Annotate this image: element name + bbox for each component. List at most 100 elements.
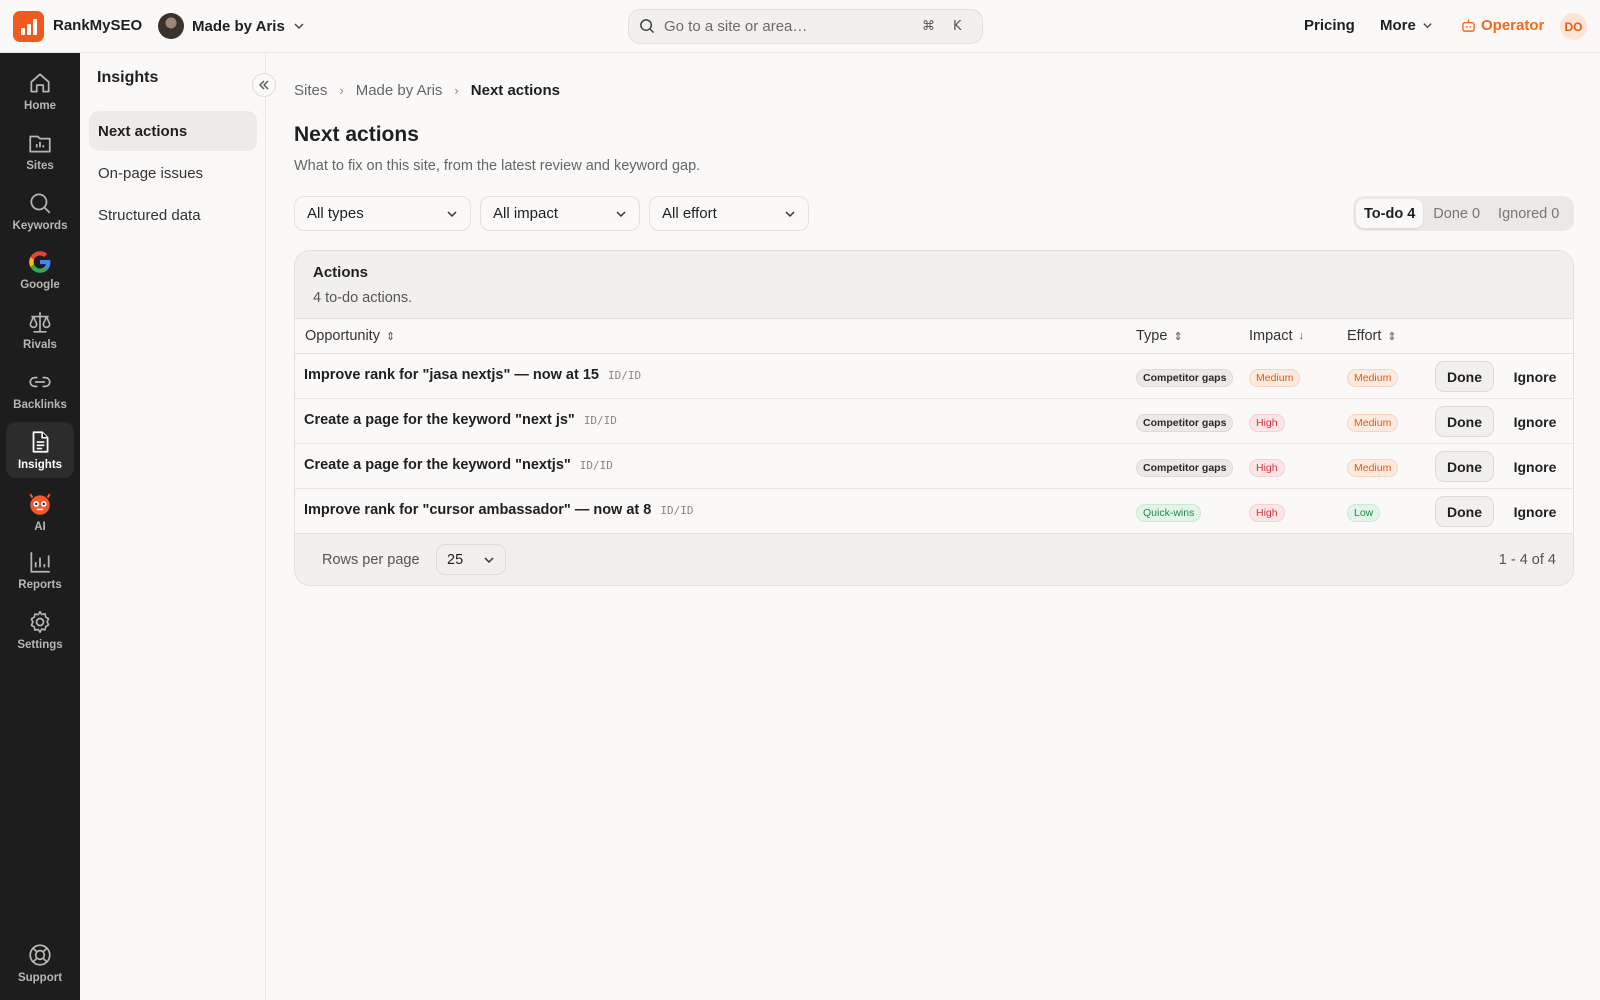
- opportunity-cell: Improve rank for "jasa nextjs" — now at …: [304, 367, 641, 383]
- effort-filter[interactable]: All effort: [649, 196, 809, 231]
- rail-item-keywords[interactable]: Keywords: [6, 185, 74, 237]
- sidebar-item-next-actions[interactable]: Next actions: [89, 111, 257, 151]
- ignore-button[interactable]: Ignore: [1505, 406, 1565, 437]
- link-icon: [29, 376, 51, 388]
- impact-badge: High: [1249, 414, 1285, 432]
- column-opportunity[interactable]: Opportunity ⇕: [305, 328, 395, 344]
- sort-icon: ⇕: [1387, 330, 1397, 343]
- opportunity-cell: Create a page for the keyword "next js" …: [304, 412, 617, 428]
- search-icon: [30, 193, 51, 214]
- home-icon: [30, 73, 50, 93]
- done-button[interactable]: Done: [1435, 361, 1494, 392]
- pricing-link[interactable]: Pricing: [1304, 17, 1355, 34]
- locale-code: ID/ID: [583, 414, 617, 427]
- page-title: Next actions: [294, 123, 419, 146]
- rail-item-rivals[interactable]: Rivals: [6, 304, 74, 356]
- chevrons-left-icon: [259, 80, 269, 90]
- ignore-button[interactable]: Ignore: [1505, 496, 1565, 527]
- ignore-button[interactable]: Ignore: [1505, 361, 1565, 392]
- type-badge: Competitor gaps: [1136, 459, 1234, 477]
- table-row: Improve rank for "jasa nextjs" — now at …: [295, 354, 1573, 399]
- rail-item-sites[interactable]: Sites: [6, 125, 74, 177]
- column-label: Effort: [1347, 328, 1382, 344]
- type-badge: Competitor gaps: [1136, 369, 1234, 387]
- user-avatar[interactable]: DO: [1560, 13, 1587, 40]
- column-impact[interactable]: Impact ↓: [1249, 328, 1304, 344]
- table-row: Create a page for the keyword "nextjs" I…: [295, 444, 1573, 489]
- locale-code: ID/ID: [660, 504, 694, 517]
- rail-label: Settings: [17, 639, 63, 651]
- rail-label: Insights: [17, 459, 63, 471]
- done-button[interactable]: Done: [1435, 496, 1494, 527]
- effort-badge: Medium: [1347, 459, 1399, 477]
- operator-button[interactable]: Operator: [1461, 17, 1544, 34]
- site-switcher[interactable]: Made by Aris: [158, 13, 305, 39]
- rail-label: AI: [34, 521, 46, 533]
- ignore-button[interactable]: Ignore: [1505, 451, 1565, 482]
- column-type[interactable]: Type ⇕: [1136, 328, 1183, 344]
- sidebar-item-on-page-issues[interactable]: On-page issues: [89, 153, 257, 193]
- rail-item-backlinks[interactable]: Backlinks: [6, 364, 74, 416]
- status-segmented-control: To-do 4 Done 0 Ignored 0: [1353, 196, 1574, 231]
- rail-label: Reports: [18, 579, 62, 591]
- lifebuoy-icon: [29, 944, 51, 966]
- opportunity-text[interactable]: Create a page for the keyword "nextjs": [304, 457, 571, 473]
- rail-item-settings[interactable]: Settings: [6, 604, 74, 656]
- breadcrumb-site[interactable]: Made by Aris: [356, 82, 443, 99]
- rail-item-home[interactable]: Home: [6, 65, 74, 117]
- opportunity-text[interactable]: Improve rank for "jasa nextjs" — now at …: [304, 367, 599, 383]
- done-button[interactable]: Done: [1435, 406, 1494, 437]
- rows-per-page-value: 25: [447, 551, 464, 568]
- collapse-sidebar-button[interactable]: [252, 73, 276, 97]
- chevron-down-icon: [785, 210, 795, 217]
- operator-label: Operator: [1481, 17, 1545, 34]
- rail-item-insights[interactable]: Insights: [6, 422, 74, 478]
- more-menu[interactable]: More: [1380, 17, 1433, 34]
- column-effort[interactable]: Effort ⇕: [1347, 328, 1397, 344]
- scale-icon: [29, 312, 51, 333]
- insights-sidebar: Insights Next actions On-page issues Str…: [80, 53, 276, 1000]
- opportunity-text[interactable]: Create a page for the keyword "next js": [304, 412, 575, 428]
- column-label: Impact: [1249, 328, 1293, 344]
- impact-filter[interactable]: All impact: [480, 196, 640, 231]
- rail-item-ai[interactable]: AI: [6, 486, 74, 538]
- rail-label: Rivals: [23, 339, 57, 351]
- brand-name[interactable]: RankMySEO: [53, 17, 142, 34]
- rail-item-support[interactable]: Support: [6, 937, 74, 989]
- rows-per-page-select[interactable]: 25: [436, 544, 506, 575]
- column-label: Type: [1136, 328, 1168, 344]
- rail-label: Keywords: [12, 220, 68, 232]
- tab-todo[interactable]: To-do 4: [1356, 199, 1424, 228]
- rail-item-reports[interactable]: Reports: [6, 544, 74, 596]
- breadcrumb-current: Next actions: [470, 82, 560, 99]
- rail-item-google[interactable]: Google: [6, 244, 74, 296]
- sort-icon: ⇕: [385, 330, 396, 343]
- google-icon: [29, 251, 51, 273]
- sidebar-item-structured-data[interactable]: Structured data: [89, 195, 257, 235]
- effort-filter-value: All effort: [662, 205, 717, 222]
- locale-code: ID/ID: [579, 459, 613, 472]
- impact-badge: High: [1249, 459, 1285, 477]
- tab-done[interactable]: Done 0: [1425, 199, 1488, 228]
- type-badge: Quick-wins: [1136, 504, 1202, 522]
- opportunity-text[interactable]: Improve rank for "cursor ambassador" — n…: [304, 502, 651, 518]
- global-search[interactable]: ⌘ K: [628, 9, 983, 44]
- bar-chart-icon: [30, 552, 50, 573]
- table-row: Create a page for the keyword "next js" …: [295, 399, 1573, 444]
- chevron-down-icon: [447, 210, 457, 217]
- type-filter[interactable]: All types: [294, 196, 471, 231]
- rankmyseo-logo-icon[interactable]: [13, 11, 44, 42]
- search-input[interactable]: [664, 18, 914, 35]
- tab-ignored[interactable]: Ignored 0: [1490, 199, 1567, 228]
- actions-table: Opportunity ⇕ Type ⇕ Impact ↓ Effort ⇕ I…: [295, 318, 1573, 534]
- card-title: Actions: [313, 264, 369, 281]
- impact-badge: Medium: [1249, 369, 1301, 387]
- done-button[interactable]: Done: [1435, 451, 1494, 482]
- breadcrumb-sites[interactable]: Sites: [294, 82, 327, 99]
- impact-filter-value: All impact: [493, 205, 559, 222]
- page-subtitle: What to fix on this site, from the lates…: [294, 158, 701, 174]
- left-rail: Home Sites Keywords Google Rivals Backli…: [0, 53, 80, 1000]
- sites-icon: [29, 135, 51, 153]
- rail-label: Support: [17, 972, 63, 984]
- chevron-down-icon: [484, 556, 494, 563]
